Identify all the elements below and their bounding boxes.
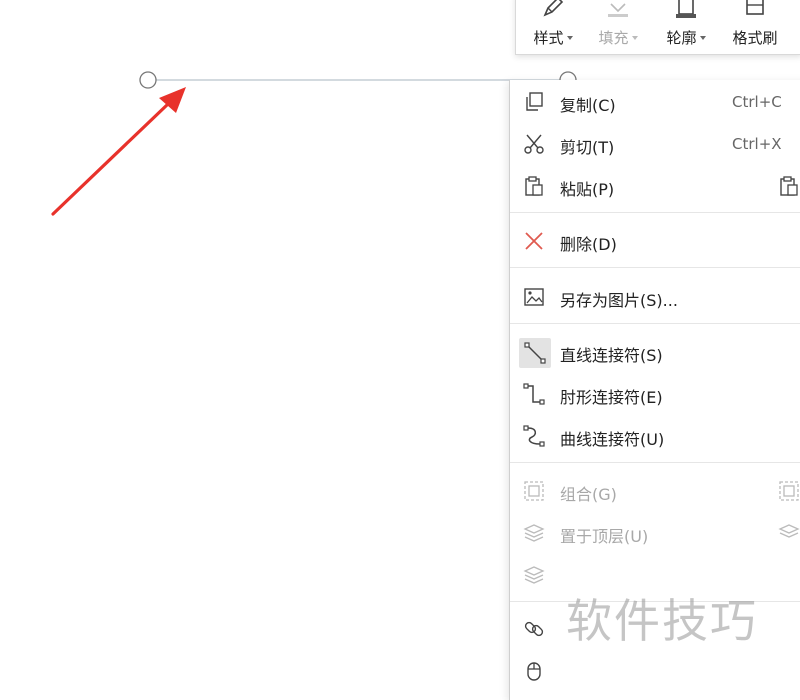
menu-separator [510, 462, 800, 463]
style-button[interactable]: 样式 [524, 0, 582, 52]
menu-item-label: 肘形连接符(E) [560, 388, 663, 407]
menu-separator [510, 323, 800, 324]
menu-item-group[interactable]: 组合(G) [510, 471, 800, 511]
menu-item-label: 置于顶层(U) [560, 527, 649, 546]
elbow-connector-icon [522, 383, 546, 405]
menu-item-label: 粘贴(P) [560, 180, 615, 199]
menu-item-straight-connector[interactable]: 直线连接符(S) [510, 332, 800, 372]
menu-item-shortcut: Ctrl+C [732, 93, 782, 111]
menu-item-label: 组合(G) [560, 485, 617, 504]
link-icon [522, 618, 546, 640]
watermark: 软件技巧 [566, 594, 758, 648]
paste-icon [522, 175, 546, 197]
menu-item-delete[interactable]: 删除(D) [510, 221, 800, 261]
scissors-icon [522, 133, 546, 155]
menu-item-label: 曲线连接符(U) [560, 430, 665, 449]
outline-icon [673, 0, 699, 20]
menu-item-action[interactable] [510, 651, 800, 691]
straight-connector-icon [519, 338, 551, 368]
menu-separator [510, 267, 800, 268]
menu-item-label: 剪切(T) [560, 138, 615, 157]
delete-icon [522, 230, 546, 252]
format-painter-button[interactable]: 格式刷 [724, 0, 786, 52]
curved-connector-icon [522, 425, 546, 447]
format-painter-label: 格式刷 [732, 29, 778, 47]
start-handle[interactable] [139, 71, 157, 89]
outline-label: 轮廓 [666, 29, 697, 47]
menu-item-label: 另存为图片(S)... [560, 291, 678, 310]
save-as-image-icon [522, 286, 546, 308]
menu-item-curved-connector[interactable]: 曲线连接符(U) [510, 416, 800, 456]
fill-label: 填充 [598, 29, 629, 47]
outline-button[interactable]: 轮廓 [657, 0, 715, 52]
menu-item-shortcut: Ctrl+X [732, 135, 782, 153]
copy-icon [522, 91, 546, 113]
menu-item-elbow-connector[interactable]: 肘形连接符(E) [510, 374, 800, 414]
pen-icon [540, 0, 566, 20]
menu-item-copy[interactable]: 复制(C) Ctrl+C [510, 82, 800, 122]
chevron-down-icon [699, 35, 706, 40]
fill-button[interactable]: 填充 [589, 0, 647, 52]
document-canvas: 样式 填充 轮廓 格式刷 复制(C) Ctrl+C 剪切(T) Ctrl+X 粘… [0, 0, 800, 700]
group-icon [522, 480, 546, 502]
chevron-down-icon [631, 35, 638, 40]
group-options-icon [778, 480, 800, 502]
bring-to-front-icon [522, 522, 546, 544]
mini-toolbar: 样式 填充 轮廓 格式刷 [515, 0, 800, 55]
menu-item-cut[interactable]: 剪切(T) Ctrl+X [510, 124, 800, 164]
layers-icon [522, 564, 546, 586]
fill-icon [605, 0, 631, 20]
annotation-arrow [51, 87, 186, 216]
menu-item-label: 直线连接符(S) [560, 346, 663, 365]
bring-to-front-options-icon [778, 522, 800, 544]
menu-item-paste[interactable]: 粘贴(P) [510, 166, 800, 206]
menu-item-label: 复制(C) [560, 96, 616, 115]
menu-item-save-as-image[interactable]: 另存为图片(S)... [510, 277, 800, 317]
menu-separator [510, 212, 800, 213]
menu-item-label: 删除(D) [560, 235, 617, 254]
paste-options-icon[interactable] [778, 175, 800, 197]
style-label: 样式 [533, 29, 564, 47]
menu-item-bring-to-front[interactable]: 置于顶层(U) [510, 513, 800, 553]
format-painter-icon [742, 0, 768, 20]
chevron-down-icon [566, 35, 573, 40]
